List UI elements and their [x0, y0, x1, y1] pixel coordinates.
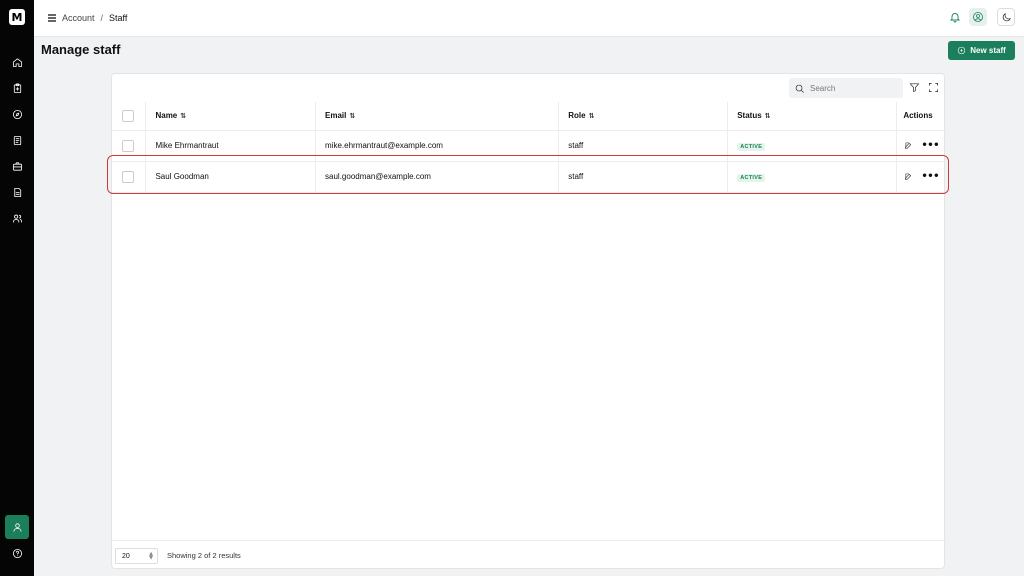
user-profile-button[interactable] — [969, 8, 987, 26]
cell-role: staff — [558, 161, 729, 193]
top-header: Account / Staff — [34, 0, 1024, 37]
row-select-cell — [112, 130, 147, 162]
table-row[interactable]: Saul Goodman saul.goodman@example.com st… — [112, 161, 946, 193]
column-header-label: Actions — [903, 111, 933, 121]
page-size-value: 20 — [122, 552, 130, 560]
sort-icon[interactable]: ⇅ — [765, 112, 771, 120]
table-header-row: Name ⇅ Email ⇅ Role ⇅ Status ⇅ Actions — [112, 102, 946, 131]
file-text-icon[interactable] — [9, 184, 25, 200]
search-icon — [795, 84, 804, 93]
cell-name: Saul Goodman — [145, 161, 317, 193]
select-all-cell — [112, 102, 147, 131]
new-staff-button[interactable]: New staff — [948, 41, 1015, 60]
users-icon[interactable] — [9, 210, 25, 226]
search-box[interactable] — [789, 78, 903, 98]
new-staff-label: New staff — [970, 46, 1006, 55]
column-header-label: Email — [325, 111, 347, 121]
bell-icon[interactable] — [949, 11, 963, 25]
edit-icon[interactable] — [904, 172, 913, 181]
breadcrumb-current: Staff — [109, 13, 128, 23]
staff-table-card: Name⇅ Email⇅ Role⇅ Status⇅ Actions Mike … — [111, 73, 946, 570]
staff-table: Name ⇅ Email ⇅ Role ⇅ Status ⇅ Actions Mike … — [112, 102, 946, 193]
more-options-icon[interactable]: ••• — [921, 140, 939, 150]
sidebar: M — [0, 0, 34, 576]
briefcase-icon[interactable] — [9, 158, 25, 174]
document-list-icon[interactable] — [9, 132, 25, 148]
chevron-up-down-icon: ▲ ▼ — [149, 551, 153, 561]
row-checkbox[interactable] — [122, 139, 134, 152]
cell-actions: ••• — [896, 161, 946, 193]
row-select-cell — [112, 161, 147, 193]
help-circle-icon[interactable] — [9, 545, 25, 561]
home-icon[interactable] — [9, 54, 25, 70]
column-header-label: Role — [568, 111, 586, 121]
results-count: Showing 2 of 2 results — [167, 551, 241, 560]
more-options-icon[interactable]: ••• — [921, 171, 939, 181]
user-circle-icon — [973, 12, 983, 22]
column-header-actions: Actions — [896, 102, 946, 131]
search-input[interactable] — [810, 83, 890, 93]
filter-icon[interactable] — [909, 82, 920, 93]
theme-toggle-button[interactable] — [997, 8, 1015, 26]
user-icon[interactable] — [5, 515, 29, 539]
logo-glyph: M — [11, 10, 23, 24]
cell-status: ACTIVE — [727, 130, 898, 162]
column-header-email[interactable]: Email ⇅ — [315, 102, 560, 131]
moon-icon — [1002, 12, 1011, 21]
select-all-checkbox[interactable] — [122, 109, 134, 122]
sort-icon[interactable]: ⇅ — [180, 112, 186, 120]
cell-actions: ••• — [896, 130, 946, 162]
sort-icon[interactable]: ⇅ — [589, 112, 595, 120]
column-header-label: Status — [737, 111, 762, 121]
sort-icon[interactable]: ⇅ — [349, 112, 355, 120]
column-header-status[interactable]: Status ⇅ — [727, 102, 898, 131]
column-header-name[interactable]: Name ⇅ — [145, 102, 317, 131]
app-logo[interactable]: M — [9, 9, 25, 25]
row-checkbox[interactable] — [122, 170, 134, 183]
status-badge: ACTIVE — [737, 173, 766, 182]
status-badge: ACTIVE — [737, 142, 766, 151]
page-size-select[interactable]: 20 ▲ ▼ — [115, 548, 158, 564]
page-title: Manage staff — [41, 42, 121, 57]
cell-name: Mike Ehrmantraut — [145, 130, 317, 162]
cell-email: mike.ehrmantraut@example.com — [315, 130, 560, 162]
table-row[interactable]: Mike Ehrmantraut mike.ehrmantraut@exampl… — [112, 130, 946, 162]
plus-circle-icon — [958, 46, 966, 55]
breadcrumb-account[interactable]: Account — [62, 13, 95, 23]
breadcrumb-separator: / — [100, 13, 104, 23]
breadcrumb: Account / Staff — [62, 13, 127, 23]
table-footer: 20 ▲ ▼ Showing 2 of 2 results — [112, 540, 946, 570]
cell-status: ACTIVE — [727, 161, 898, 193]
clipboard-icon[interactable] — [9, 80, 25, 96]
cell-email: saul.goodman@example.com — [315, 161, 560, 193]
menu-icon[interactable] — [47, 13, 57, 23]
cell-role: staff — [558, 130, 729, 162]
column-header-role[interactable]: Role ⇅ — [558, 102, 729, 131]
compass-icon[interactable] — [9, 106, 25, 122]
edit-icon[interactable] — [904, 141, 913, 150]
column-header-label: Name — [155, 111, 178, 121]
fullscreen-icon[interactable] — [928, 82, 939, 93]
